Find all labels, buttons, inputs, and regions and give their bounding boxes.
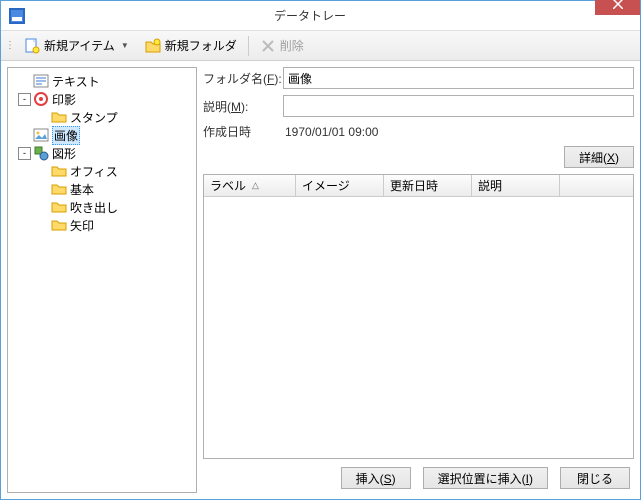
folder-name-input[interactable] (283, 67, 634, 89)
window-title: データトレー (25, 7, 595, 24)
tree-node[interactable]: 吹き出し (10, 198, 194, 216)
folder-icon (51, 109, 67, 125)
new-folder-label: 新規フォルダ (165, 37, 237, 54)
description-input[interactable] (283, 95, 634, 117)
sort-asc-icon: △ (252, 180, 259, 191)
window: データトレー ⋮ 新規アイテム ▼ 新規フォルダ 削除 テキスト - (0, 0, 641, 500)
tree-node[interactable]: 矢印 (10, 216, 194, 234)
folder-name-row: フォルダ名(F): (203, 67, 634, 89)
titlebar: データトレー (1, 1, 640, 31)
items-grid[interactable]: ラベル△ イメージ 更新日時 説明 (203, 174, 634, 459)
tree-node-label: 基本 (70, 181, 94, 198)
col-spacer (560, 175, 633, 196)
expand-toggle[interactable]: - (18, 93, 31, 106)
grid-header: ラベル△ イメージ 更新日時 説明 (204, 175, 633, 197)
tree-node-label: テキスト (52, 73, 100, 90)
close-dialog-button[interactable]: 閉じる (560, 467, 630, 489)
new-folder-button[interactable]: 新規フォルダ (138, 34, 244, 58)
created-date-label: 作成日時 (203, 123, 283, 140)
tree-node-label: 画像 (52, 126, 80, 145)
content: テキスト - 印影スタンプ画像 - 図形オフィス基本吹き出し矢印 フォルダ名(F): 説… (1, 61, 640, 499)
toolbar-separator (248, 36, 249, 56)
shape-icon (33, 145, 49, 161)
tree-view[interactable]: テキスト - 印影スタンプ画像 - 図形オフィス基本吹き出し矢印 (7, 67, 197, 493)
col-label[interactable]: ラベル△ (204, 175, 296, 196)
col-desc[interactable]: 説明 (472, 175, 560, 196)
details-panel: フォルダ名(F): 説明(M): 作成日時 1970/01/01 09:00 詳… (203, 67, 634, 493)
tree-node-label: スタンプ (70, 109, 118, 126)
toolbar: ⋮ 新規アイテム ▼ 新規フォルダ 削除 (1, 31, 640, 61)
app-icon (9, 8, 25, 24)
stamp-icon (33, 91, 49, 107)
folder-name-label: フォルダ名(F): (203, 70, 283, 87)
created-date-row: 作成日時 1970/01/01 09:00 (203, 123, 634, 140)
tree-node-label: 矢印 (70, 217, 94, 234)
new-item-button[interactable]: 新規アイテム ▼ (17, 34, 136, 58)
new-item-icon (24, 38, 40, 54)
text-icon (33, 73, 49, 89)
insert-at-selection-button[interactable]: 選択位置に挿入(I) (423, 467, 548, 489)
delete-icon (260, 38, 276, 54)
tree-node[interactable]: テキスト (10, 72, 194, 90)
image-icon (33, 127, 49, 143)
grip-icon: ⋮ (5, 40, 15, 51)
insert-button[interactable]: 挿入(S) (341, 467, 411, 489)
grid-body (204, 197, 633, 458)
col-updated[interactable]: 更新日時 (384, 175, 472, 196)
tree-node-label: 印影 (52, 91, 76, 108)
close-icon (613, 0, 623, 9)
tree-node-label: 吹き出し (70, 199, 118, 216)
folder-icon (51, 181, 67, 197)
col-image[interactable]: イメージ (296, 175, 384, 196)
folder-icon (51, 163, 67, 179)
folder-icon (51, 199, 67, 215)
tree-node[interactable]: 画像 (10, 126, 194, 144)
close-button[interactable] (595, 0, 640, 15)
tree-node[interactable]: - 印影 (10, 90, 194, 108)
bottom-buttons: 挿入(S) 選択位置に挿入(I) 閉じる (203, 459, 634, 493)
new-item-label: 新規アイテム (44, 37, 115, 54)
tree-node-label: 図形 (52, 145, 76, 162)
tree-node[interactable]: 基本 (10, 180, 194, 198)
tree-node[interactable]: オフィス (10, 162, 194, 180)
tree-node-label: オフィス (70, 163, 118, 180)
chevron-down-icon: ▼ (121, 41, 129, 50)
tree-node[interactable]: スタンプ (10, 108, 194, 126)
delete-button[interactable]: 削除 (253, 34, 311, 58)
folder-icon (51, 217, 67, 233)
tree-node[interactable]: - 図形 (10, 144, 194, 162)
new-folder-icon (145, 38, 161, 54)
description-label: 説明(M): (203, 98, 283, 115)
delete-label: 削除 (280, 37, 304, 54)
created-date-value: 1970/01/01 09:00 (283, 125, 378, 139)
expand-toggle[interactable]: - (18, 147, 31, 160)
detail-row: 詳細(X) (203, 146, 634, 168)
description-row: 説明(M): (203, 95, 634, 117)
detail-button[interactable]: 詳細(X) (564, 146, 634, 168)
